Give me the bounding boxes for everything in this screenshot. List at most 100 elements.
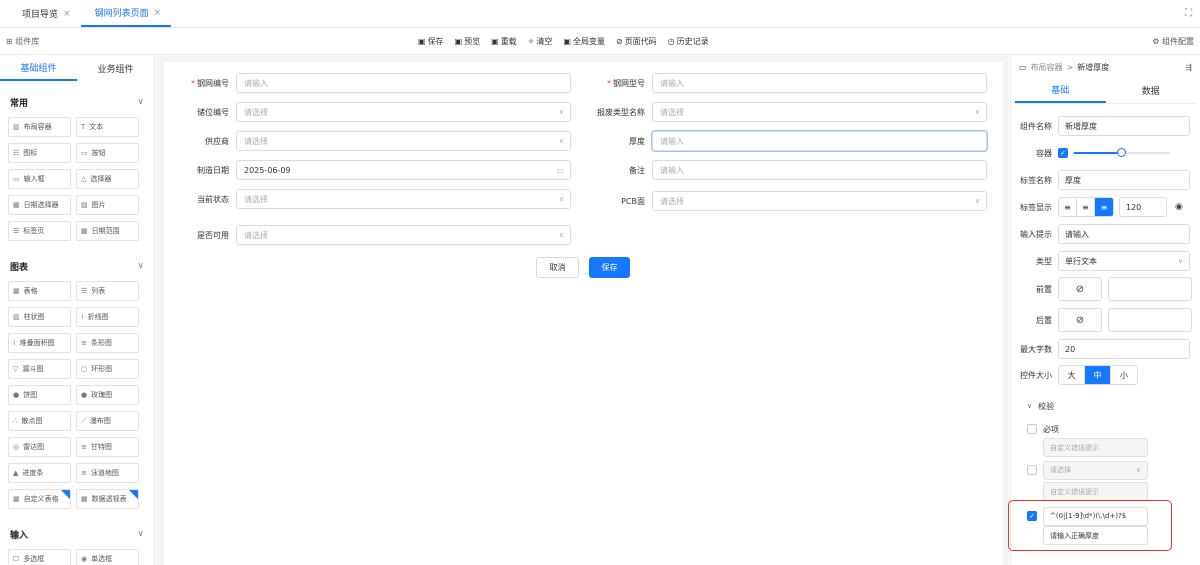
- component-item[interactable]: ≀ 堆叠面积图: [8, 333, 71, 353]
- close-icon[interactable]: ×: [63, 9, 71, 19]
- save-button[interactable]: 保存: [589, 257, 630, 278]
- component-label: 数据透视表: [91, 495, 127, 503]
- chevron-down-icon: ∨: [974, 197, 980, 205]
- rule-error-input[interactable]: 自定义错误提示: [1043, 482, 1148, 501]
- prefix-input[interactable]: [1108, 277, 1192, 301]
- container-checkbox[interactable]: ✓: [1058, 148, 1068, 158]
- preview-button[interactable]: ▣ 预览: [455, 36, 481, 47]
- component-item[interactable]: ∴ 散点图: [8, 411, 71, 431]
- component-item[interactable]: ▥ 布局容器: [8, 117, 71, 137]
- component-item[interactable]: ▦ 日期选择器: [8, 195, 71, 215]
- component-item[interactable]: ● 饼图: [8, 385, 71, 405]
- maxlen-input[interactable]: 20: [1058, 339, 1190, 359]
- component-item[interactable]: ☷ 图标: [8, 143, 71, 163]
- breadcrumb-separator: >: [1066, 62, 1074, 72]
- field-select[interactable]: 请选择 ∨: [652, 191, 987, 211]
- align-center-icon[interactable]: ≡: [1077, 198, 1095, 216]
- tab-business-components[interactable]: 业务组件: [77, 56, 154, 81]
- component-icon: ≡: [81, 443, 87, 451]
- component-item[interactable]: ▨ 图片: [76, 195, 139, 215]
- suffix-input[interactable]: [1108, 308, 1192, 332]
- component-item[interactable]: △ 选择器: [76, 169, 139, 189]
- field-input[interactable]: 请输入: [651, 130, 988, 152]
- field-select[interactable]: 请选择 ∨: [652, 102, 987, 122]
- rule-checkbox[interactable]: [1027, 465, 1037, 475]
- tag-name-input[interactable]: 厚度: [1058, 170, 1190, 190]
- cancel-button[interactable]: 取消: [536, 257, 579, 278]
- tab-stencil-list[interactable]: 钢网列表页面 ×: [80, 0, 172, 27]
- prefix-icon-picker[interactable]: ⊘: [1058, 277, 1102, 301]
- component-item[interactable]: ≡ 泳道地图: [76, 463, 139, 483]
- eye-icon[interactable]: ◉: [1175, 202, 1183, 212]
- rule-select[interactable]: 请选择 ∨: [1043, 460, 1148, 480]
- tab-basic[interactable]: 基础: [1015, 78, 1106, 103]
- required-checkbox[interactable]: [1027, 424, 1037, 434]
- slider-handle[interactable]: [1117, 148, 1126, 157]
- close-icon[interactable]: ×: [154, 8, 162, 18]
- clear-button[interactable]: ✧ 清空: [528, 36, 553, 47]
- field-input[interactable]: 请输入: [652, 73, 987, 93]
- component-item[interactable]: ▭ 输入框: [8, 169, 71, 189]
- component-item[interactable]: ☐ 多选框: [8, 549, 71, 565]
- component-item[interactable]: ▦ 自定义表格: [8, 489, 71, 509]
- history-button[interactable]: ◷ 历史记录: [668, 36, 709, 47]
- type-row: 类型 单行文本 ∨: [1011, 251, 1190, 271]
- type-select[interactable]: 单行文本 ∨: [1058, 251, 1190, 271]
- component-item[interactable]: ○ 环形图: [76, 359, 139, 379]
- field-date[interactable]: 2025-06-09 ▭: [236, 160, 571, 180]
- field-select[interactable]: 请选择 ∨: [236, 102, 571, 122]
- save-toolbar-button[interactable]: ▣ 保存: [418, 36, 444, 47]
- align-right-icon[interactable]: ≡: [1095, 198, 1113, 216]
- component-item[interactable]: ☰ 标签页: [8, 221, 71, 241]
- component-item[interactable]: ▦ 数据透视表: [76, 489, 139, 509]
- validation-header[interactable]: ∨ 校验: [1027, 396, 1054, 416]
- required-error-input[interactable]: 自定义错误提示: [1043, 438, 1148, 457]
- field-input[interactable]: 请输入: [652, 160, 987, 180]
- tab-project-overview[interactable]: 项目导览 ×: [0, 0, 81, 27]
- suffix-icon-picker[interactable]: ⊘: [1058, 308, 1102, 332]
- fullscreen-icon[interactable]: ⛶: [1185, 8, 1192, 19]
- component-item[interactable]: ≡ 条形图: [76, 333, 139, 353]
- size-medium-button[interactable]: 中: [1085, 366, 1111, 384]
- size-small-button[interactable]: 小: [1111, 366, 1137, 384]
- field-select[interactable]: 请选择 ∨: [236, 131, 571, 151]
- component-item[interactable]: ▽ 漏斗图: [8, 359, 71, 379]
- dock-icon[interactable]: ⇶: [1185, 63, 1192, 72]
- component-name-input[interactable]: 新增厚度: [1058, 116, 1190, 136]
- component-item[interactable]: ● 玫瑰图: [76, 385, 139, 405]
- category-header[interactable]: 常用 ∨: [0, 89, 154, 115]
- field-value: 请输入: [660, 78, 684, 88]
- component-item[interactable]: ≀ 折线图: [76, 307, 139, 327]
- field-select[interactable]: 请选择 ∨: [236, 189, 571, 209]
- component-item[interactable]: ▲ 进度条: [8, 463, 71, 483]
- field-select[interactable]: 请选择 ∨: [236, 225, 571, 245]
- category-header[interactable]: 输入 ∨: [0, 521, 154, 547]
- component-item[interactable]: ▭ 按钮: [76, 143, 139, 163]
- breadcrumb-root[interactable]: 布局容器: [1031, 62, 1063, 73]
- size-large-button[interactable]: 大: [1059, 366, 1085, 384]
- component-item[interactable]: ☰ 列表: [76, 281, 139, 301]
- tab-basic-components[interactable]: 基础组件: [0, 56, 77, 81]
- category-header[interactable]: 图表 ∨: [0, 253, 154, 279]
- component-item[interactable]: ▥ 柱状图: [8, 307, 71, 327]
- align-left-icon[interactable]: ≡: [1059, 198, 1077, 216]
- container-slider[interactable]: [1074, 148, 1170, 158]
- global-vars-button[interactable]: ▣ 全局变量: [563, 36, 605, 47]
- component-item[interactable]: ◉ 单选框: [76, 549, 139, 565]
- label-width-input[interactable]: 120: [1119, 197, 1167, 217]
- page-code-button[interactable]: ⊘ 页面代码: [616, 36, 657, 47]
- component-item[interactable]: T 文本: [76, 117, 139, 137]
- component-icon: ∴: [13, 417, 18, 425]
- tab-label: 钢网列表页面: [94, 9, 149, 19]
- tab-data[interactable]: 数据: [1106, 78, 1197, 103]
- field-input[interactable]: 请输入: [236, 73, 571, 93]
- field-label: 厚度: [629, 136, 645, 146]
- component-item[interactable]: ◎ 雷达图: [8, 437, 71, 457]
- component-item[interactable]: ⟋ 瀑布图: [76, 411, 139, 431]
- reload-button[interactable]: ▣ 重载: [491, 36, 517, 47]
- component-item[interactable]: ≡ 甘特图: [76, 437, 139, 457]
- component-item[interactable]: ▦ 日期范围: [76, 221, 139, 241]
- placeholder-input[interactable]: 请输入: [1058, 224, 1190, 244]
- component-config-button[interactable]: ⚙ 组件配置: [1152, 36, 1194, 47]
- component-item[interactable]: ▦ 表格: [8, 281, 71, 301]
